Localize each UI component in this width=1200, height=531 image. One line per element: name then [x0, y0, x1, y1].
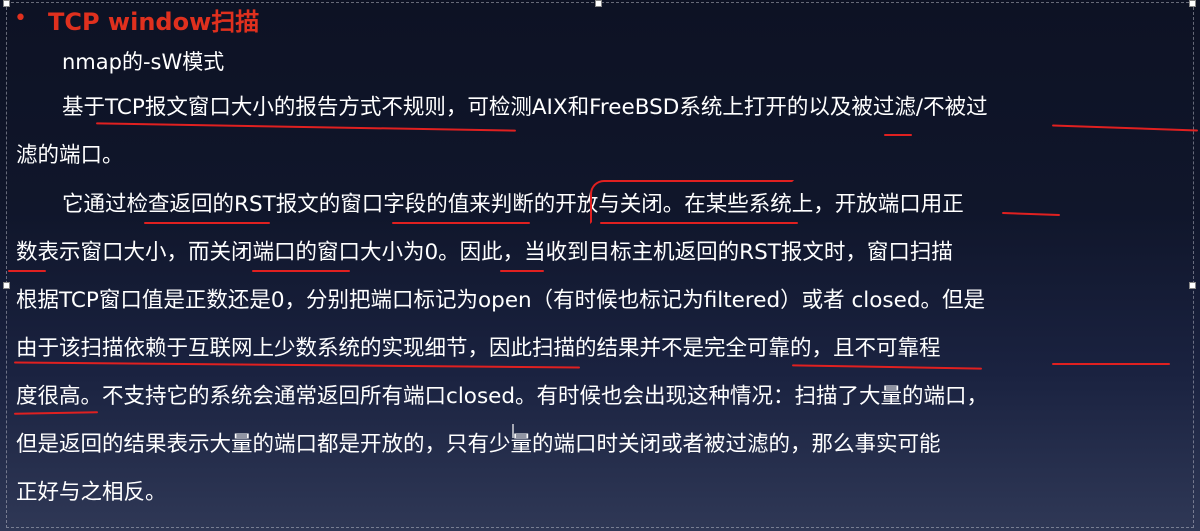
slide-heading: TCP window扫描	[48, 7, 260, 36]
subtitle-nmap-mode: nmap的-sW模式	[62, 50, 225, 74]
paragraph-2-line-4: 由于该扫描依赖于互联网上少数系统的实现细节，因此扫描的结果并不是完全可靠的，且不…	[16, 336, 941, 361]
resize-handle-middle-right[interactable]	[1189, 282, 1196, 289]
resize-handle-top-right[interactable]	[1189, 0, 1196, 7]
paragraph-1-line-1: 基于TCP报文窗口大小的报告方式不规则，可检测AIX和FreeBSD系统上打开的…	[62, 95, 988, 120]
paragraph-2-line-7: 正好与之相反。	[16, 480, 167, 505]
paragraph-2-line-6: 但是返回的结果表示大量的端口都是开放的，只有少量的端口时关闭或者被过滤的，那么事…	[16, 432, 941, 457]
resize-handle-top-left[interactable]	[3, 0, 10, 7]
slide-canvas: • TCP window扫描 nmap的-sW模式 基于TCP报文窗口大小的报告…	[0, 0, 1200, 531]
paragraph-2-line-3: 根据TCP窗口值是正数还是0，分别把端口标记为open（有时候也标记为filte…	[16, 288, 985, 313]
resize-handle-middle-left[interactable]	[3, 282, 10, 289]
paragraph-2-line-2: 数表示窗口大小，而关闭端口的窗口大小为0。因此，当收到目标主机返回的RST报文时…	[16, 240, 953, 265]
annotation-underline	[144, 222, 270, 224]
annotation-underline	[884, 134, 912, 136]
annotation-underline	[8, 270, 46, 272]
annotation-underline	[500, 270, 544, 272]
paragraph-1-line-2: 滤的端口。	[16, 143, 124, 168]
heading-row: • TCP window扫描	[14, 2, 259, 36]
paragraph-2-line-5: 度很高。不支持它的系统会通常返回所有端口closed。有时候也会出现这种情况：扫…	[16, 384, 989, 409]
annotation-underline	[252, 270, 350, 272]
paragraph-2-line-1: 它通过检查返回的RST报文的窗口字段的值来判断的开放与关闭。在某些系统上，开放端…	[62, 192, 964, 217]
annotation-underline	[392, 222, 530, 224]
text-cursor	[512, 424, 514, 438]
annotation-bracket	[590, 180, 794, 224]
bullet-icon: •	[14, 6, 27, 31]
annotation-underline	[600, 222, 798, 224]
annotation-underline	[1052, 363, 1170, 365]
resize-handle-top-center[interactable]	[595, 0, 602, 7]
